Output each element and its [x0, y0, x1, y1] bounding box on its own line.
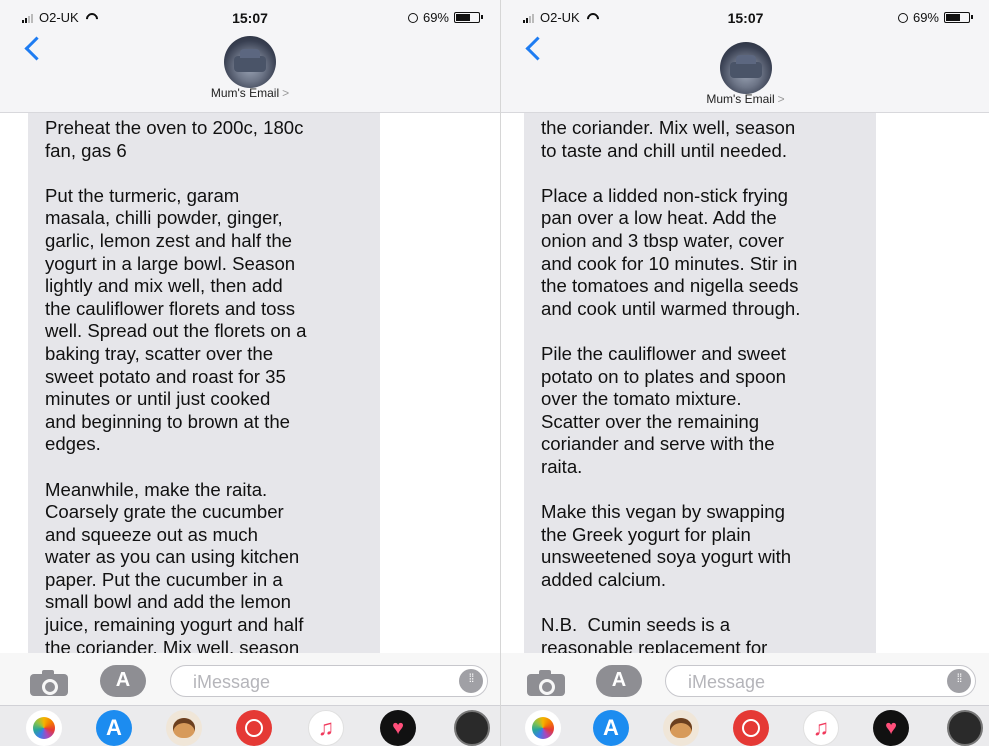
imessage-input[interactable]: iMessage: [170, 665, 488, 697]
music-icon[interactable]: ♫: [308, 710, 344, 746]
battery-info: 69%: [897, 10, 973, 25]
back-chevron-icon[interactable]: [523, 34, 545, 64]
app-drawer: A ♫ ♥: [0, 705, 500, 746]
audio-message-icon[interactable]: [947, 669, 971, 693]
message-bubble[interactable]: the coriander. Mix well, season to taste…: [524, 113, 876, 653]
camera-icon[interactable]: [527, 670, 565, 696]
orientation-lock-icon: [407, 12, 418, 23]
battery-icon: [944, 12, 973, 23]
battery-icon: [454, 12, 483, 23]
search-images-icon[interactable]: [236, 710, 272, 746]
chevron-right-icon: >: [282, 86, 290, 100]
more-apps-icon[interactable]: [947, 710, 983, 746]
battery-percent: 69%: [912, 10, 939, 25]
message-bubble[interactable]: Preheat the oven to 200c, 180c fan, gas …: [28, 113, 380, 653]
avatar[interactable]: [224, 36, 276, 88]
imessage-input[interactable]: iMessage: [665, 665, 976, 697]
more-apps-icon[interactable]: [454, 710, 490, 746]
app-store-button[interactable]: A: [596, 665, 642, 697]
orientation-lock-icon: [897, 12, 908, 23]
photos-icon[interactable]: [525, 710, 561, 746]
conversation-header: O2-UK 15:07 69% Mum's Email >: [0, 0, 500, 113]
contact-name-button[interactable]: Mum's Email >: [0, 86, 500, 100]
status-bar: O2-UK 15:07 69%: [501, 6, 989, 30]
imessage-placeholder: iMessage: [193, 672, 271, 692]
app-store-icon[interactable]: A: [96, 710, 132, 746]
contact-name: Mum's Email: [706, 92, 775, 106]
chevron-right-icon: >: [777, 92, 785, 106]
app-store-icon[interactable]: A: [593, 710, 629, 746]
imessage-placeholder: iMessage: [688, 672, 766, 692]
search-images-icon[interactable]: [733, 710, 769, 746]
photos-icon[interactable]: [26, 710, 62, 746]
digital-touch-icon[interactable]: ♥: [873, 710, 909, 746]
battery-percent: 69%: [422, 10, 449, 25]
app-store-button[interactable]: A: [100, 665, 146, 697]
avatar[interactable]: [719, 42, 772, 94]
compose-bar: A iMessage: [501, 653, 989, 705]
right-phone-screen: O2-UK 15:07 69% Mum's Email > the coriand…: [500, 0, 989, 746]
contact-name-button[interactable]: Mum's Email >: [501, 92, 989, 106]
status-bar: O2-UK 15:07 69%: [0, 6, 500, 30]
app-store-icon: A: [611, 669, 627, 691]
battery-info: 69%: [407, 10, 483, 25]
music-icon[interactable]: ♫: [803, 710, 839, 746]
memoji-icon[interactable]: [663, 710, 699, 746]
message-text: Preheat the oven to 200c, 180c fan, gas …: [45, 117, 307, 653]
app-store-icon: A: [115, 669, 131, 691]
contact-name: Mum's Email: [210, 86, 280, 100]
digital-touch-icon[interactable]: ♥: [380, 710, 416, 746]
audio-message-icon[interactable]: [459, 669, 483, 693]
conversation-header: O2-UK 15:07 69% Mum's Email >: [501, 0, 989, 113]
left-phone-screen: O2-UK 15:07 69% Mum's Email > Preheat the…: [0, 0, 500, 746]
memoji-icon[interactable]: [166, 710, 202, 746]
message-text: the coriander. Mix well, season to taste…: [541, 117, 801, 653]
camera-icon[interactable]: [30, 670, 68, 696]
app-drawer: A ♫ ♥: [501, 705, 989, 746]
back-chevron-icon[interactable]: [22, 34, 44, 64]
compose-bar: A iMessage: [0, 653, 500, 705]
